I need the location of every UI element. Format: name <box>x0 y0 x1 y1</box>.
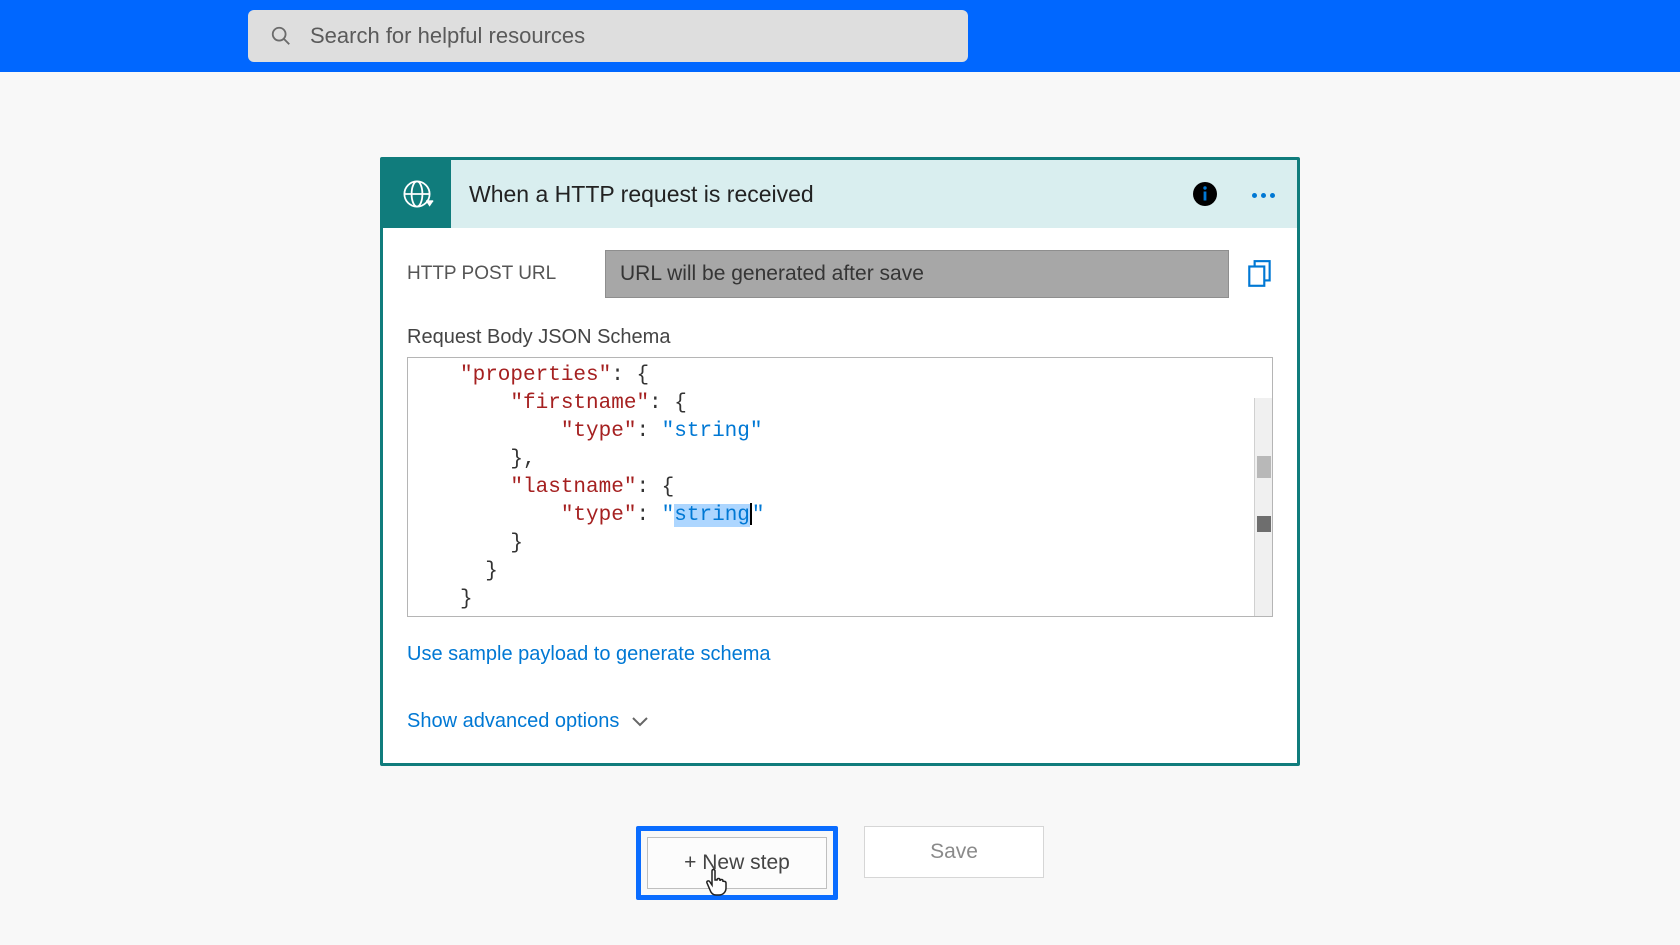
info-icon <box>1191 180 1219 208</box>
info-button[interactable] <box>1185 174 1225 214</box>
chevron-down-icon <box>631 716 649 728</box>
trigger-card: When a HTTP request is received HTTP POS… <box>380 157 1300 766</box>
new-step-label: + New step <box>684 851 790 875</box>
action-row: + New step Save <box>636 826 1044 900</box>
advanced-label: Show advanced options <box>407 710 619 733</box>
designer-canvas: When a HTTP request is received HTTP POS… <box>0 72 1680 900</box>
copy-button[interactable] <box>1247 259 1273 289</box>
trigger-body: HTTP POST URL URL will be generated afte… <box>383 228 1297 763</box>
schema-code[interactable]: "properties": { "firstname": { "type": "… <box>408 358 1272 614</box>
globe-request-icon <box>399 176 435 212</box>
schema-editor[interactable]: "properties": { "firstname": { "type": "… <box>407 357 1273 617</box>
sample-payload-link[interactable]: Use sample payload to generate schema <box>407 643 771 666</box>
search-icon <box>270 25 292 47</box>
ellipsis-icon <box>1250 185 1277 203</box>
trigger-title: When a HTTP request is received <box>469 181 1167 208</box>
search-input[interactable] <box>310 23 946 49</box>
schema-label: Request Body JSON Schema <box>407 326 1273 349</box>
url-row: HTTP POST URL URL will be generated afte… <box>407 250 1273 298</box>
url-label: HTTP POST URL <box>407 263 587 285</box>
search-box[interactable] <box>248 10 968 62</box>
url-field: URL will be generated after save <box>605 250 1229 298</box>
save-button[interactable]: Save <box>864 826 1044 878</box>
more-menu-button[interactable] <box>1243 174 1283 214</box>
trigger-icon-box <box>383 160 451 228</box>
scrollbar-thumb[interactable] <box>1257 456 1271 478</box>
scrollbar-track[interactable] <box>1254 398 1272 616</box>
scrollbar-mark <box>1257 516 1271 532</box>
top-bar <box>0 0 1680 72</box>
show-advanced-toggle[interactable]: Show advanced options <box>407 710 1273 733</box>
new-step-button[interactable]: + New step <box>647 837 827 889</box>
trigger-header[interactable]: When a HTTP request is received <box>383 160 1297 228</box>
new-step-highlight: + New step <box>636 826 838 900</box>
